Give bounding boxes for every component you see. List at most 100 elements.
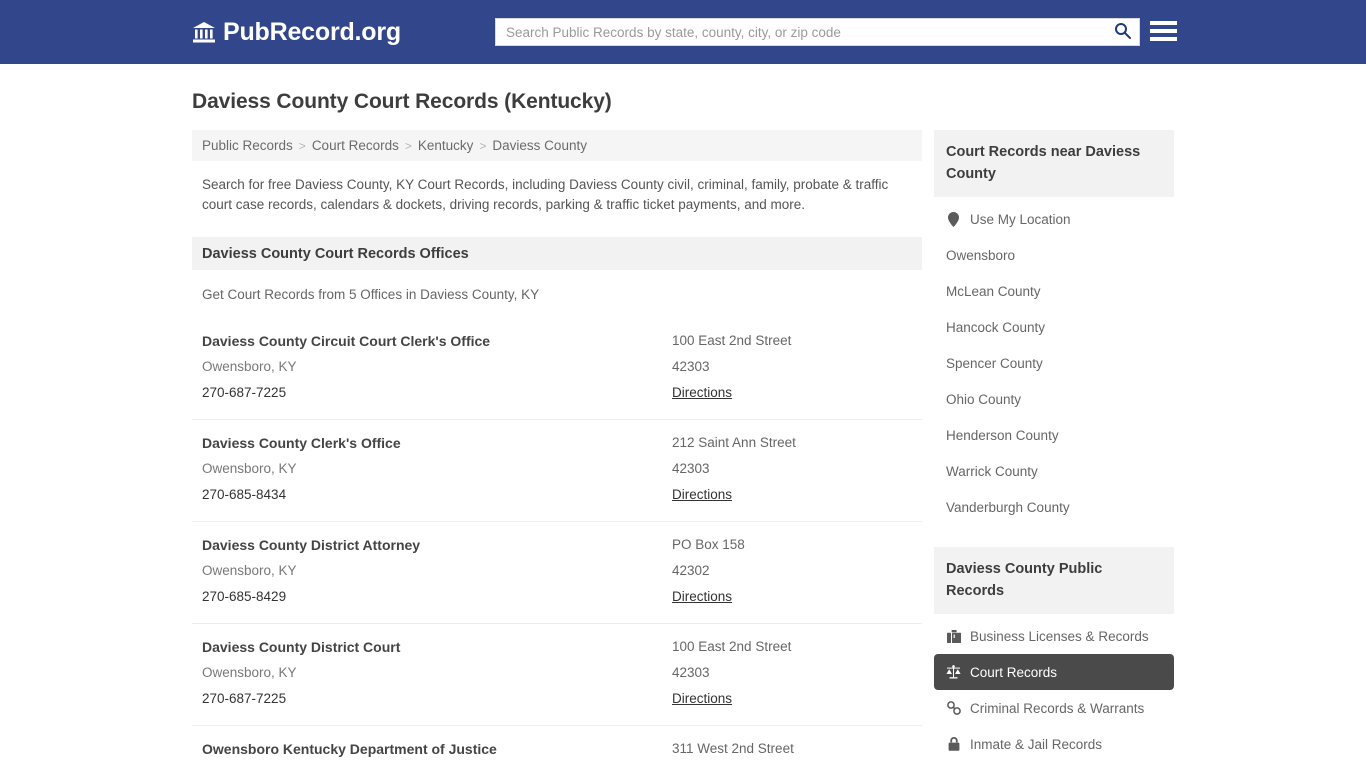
sidebar-item-owensboro[interactable]: Owensboro bbox=[934, 237, 1174, 273]
sidebar-item-marriage-divorce-records[interactable]: Marriage & Divorce Records bbox=[934, 762, 1174, 768]
offices-section-heading: Daviess County Court Records Offices bbox=[192, 237, 922, 270]
hamburger-menu-icon[interactable] bbox=[1150, 19, 1177, 43]
site-logo[interactable]: PubRecord.org bbox=[192, 18, 401, 47]
sidebar-item-ohio-county[interactable]: Ohio County bbox=[934, 381, 1174, 417]
office-row: Daviess County Circuit Court Clerk's Off… bbox=[192, 318, 922, 420]
sidebar-item-label: Spencer County bbox=[946, 356, 1043, 371]
bank-building-icon bbox=[192, 20, 216, 44]
office-address-block: 100 East 2nd Street 42303 Directions bbox=[672, 328, 912, 406]
hamburger-bar bbox=[1150, 37, 1177, 41]
office-name: Daviess County District Court bbox=[202, 634, 672, 660]
sidebar-item-business-licenses[interactable]: Business Licenses & Records bbox=[934, 618, 1174, 654]
breadcrumb-separator: > bbox=[479, 139, 486, 153]
page-intro-text: Search for free Daviess County, KY Court… bbox=[192, 161, 922, 215]
search-button[interactable] bbox=[1105, 19, 1139, 45]
office-address: 311 West 2nd Street bbox=[672, 736, 912, 762]
office-row: Daviess County Clerk's Office Owensboro,… bbox=[192, 420, 922, 522]
office-name: Owensboro Kentucky Department of Justice bbox=[202, 736, 672, 762]
site-header: PubRecord.org bbox=[0, 0, 1366, 64]
sidebar-item-vanderburgh-county[interactable]: Vanderburgh County bbox=[934, 489, 1174, 525]
sidebar-public-records-block: Daviess County Public Records Business L… bbox=[934, 547, 1174, 768]
office-list: Daviess County Circuit Court Clerk's Off… bbox=[192, 318, 922, 768]
lock-icon bbox=[946, 737, 961, 752]
sidebar-item-spencer-county[interactable]: Spencer County bbox=[934, 345, 1174, 381]
office-address-block: 311 West 2nd Street 42301 Directions bbox=[672, 736, 912, 768]
directions-link[interactable]: Directions bbox=[672, 380, 732, 406]
office-phone: 270-685-8434 bbox=[202, 482, 672, 508]
handcuffs-icon bbox=[946, 701, 961, 716]
map-pin-icon bbox=[946, 212, 961, 227]
office-zip: 42303 bbox=[672, 456, 912, 482]
office-phone: 270-687-7225 bbox=[202, 686, 672, 712]
sidebar-item-label: Ohio County bbox=[946, 392, 1021, 407]
page-body: Daviess County Court Records (Kentucky) … bbox=[0, 90, 1366, 768]
office-address: PO Box 158 bbox=[672, 532, 912, 558]
directions-link[interactable]: Directions bbox=[672, 584, 732, 610]
breadcrumb-item-daviess-county[interactable]: Daviess County bbox=[492, 138, 587, 153]
office-name: Daviess County District Attorney bbox=[202, 532, 672, 558]
breadcrumb-separator: > bbox=[405, 139, 412, 153]
sidebar-item-warrick-county[interactable]: Warrick County bbox=[934, 453, 1174, 489]
office-row: Owensboro Kentucky Department of Justice… bbox=[192, 726, 922, 768]
sidebar-public-records-list: Business Licenses & Records bbox=[934, 618, 1174, 768]
office-info: Owensboro Kentucky Department of Justice… bbox=[202, 736, 672, 768]
search-bar[interactable] bbox=[495, 18, 1140, 46]
office-phone: 270-687-7225 bbox=[202, 380, 672, 406]
office-info: Daviess County Clerk's Office Owensboro,… bbox=[202, 430, 672, 508]
sidebar-item-label: Henderson County bbox=[946, 428, 1059, 443]
office-zip: 42303 bbox=[672, 354, 912, 380]
office-info: Daviess County District Attorney Owensbo… bbox=[202, 532, 672, 610]
sidebar-item-label: Warrick County bbox=[946, 464, 1038, 479]
search-input[interactable] bbox=[496, 19, 1105, 45]
office-info: Daviess County Circuit Court Clerk's Off… bbox=[202, 328, 672, 406]
briefcase-icon bbox=[946, 629, 961, 644]
sidebar-item-label: Business Licenses & Records bbox=[970, 629, 1149, 644]
office-info: Daviess County District Court Owensboro,… bbox=[202, 634, 672, 712]
office-zip: 42302 bbox=[672, 558, 912, 584]
breadcrumb-item-kentucky[interactable]: Kentucky bbox=[418, 138, 474, 153]
main-content: Public Records > Court Records > Kentuck… bbox=[192, 130, 922, 768]
office-address: 212 Saint Ann Street bbox=[672, 430, 912, 456]
sidebar-nearby-list: Use My Location Owensboro McLean County … bbox=[934, 201, 1174, 525]
office-address-block: PO Box 158 42302 Directions bbox=[672, 532, 912, 610]
office-row: Daviess County District Attorney Owensbo… bbox=[192, 522, 922, 624]
office-address: 100 East 2nd Street bbox=[672, 634, 912, 660]
sidebar-item-label: Criminal Records & Warrants bbox=[970, 701, 1144, 716]
sidebar-nearby-heading: Court Records near Daviess County bbox=[934, 130, 1174, 197]
sidebar-public-records-heading: Daviess County Public Records bbox=[934, 547, 1174, 614]
breadcrumb-item-court-records[interactable]: Court Records bbox=[312, 138, 399, 153]
office-name: Daviess County Clerk's Office bbox=[202, 430, 672, 456]
office-city: Owensboro, KY bbox=[202, 762, 672, 768]
office-city: Owensboro, KY bbox=[202, 660, 672, 686]
office-address: 100 East 2nd Street bbox=[672, 328, 912, 354]
sidebar: Court Records near Daviess County Use My… bbox=[934, 130, 1174, 768]
office-city: Owensboro, KY bbox=[202, 354, 672, 380]
breadcrumb: Public Records > Court Records > Kentuck… bbox=[192, 130, 922, 161]
scales-icon bbox=[946, 665, 961, 680]
sidebar-item-mclean-county[interactable]: McLean County bbox=[934, 273, 1174, 309]
site-logo-text: PubRecord.org bbox=[223, 18, 401, 47]
office-phone: 270-685-8429 bbox=[202, 584, 672, 610]
sidebar-item-court-records[interactable]: Court Records bbox=[934, 654, 1174, 690]
sidebar-item-henderson-county[interactable]: Henderson County bbox=[934, 417, 1174, 453]
office-row: Daviess County District Court Owensboro,… bbox=[192, 624, 922, 726]
sidebar-item-label: McLean County bbox=[946, 284, 1041, 299]
directions-link[interactable]: Directions bbox=[672, 686, 732, 712]
sidebar-item-criminal-records[interactable]: Criminal Records & Warrants bbox=[934, 690, 1174, 726]
search-icon bbox=[1114, 22, 1131, 42]
directions-link[interactable]: Directions bbox=[672, 482, 732, 508]
sidebar-item-hancock-county[interactable]: Hancock County bbox=[934, 309, 1174, 345]
sidebar-item-label: Owensboro bbox=[946, 248, 1015, 263]
sidebar-item-inmate-jail-records[interactable]: Inmate & Jail Records bbox=[934, 726, 1174, 762]
offices-section-subheading: Get Court Records from 5 Offices in Davi… bbox=[192, 270, 922, 302]
sidebar-item-label: Inmate & Jail Records bbox=[970, 737, 1102, 752]
office-address-block: 100 East 2nd Street 42303 Directions bbox=[672, 634, 912, 712]
office-zip: 42303 bbox=[672, 660, 912, 686]
sidebar-item-use-my-location[interactable]: Use My Location bbox=[934, 201, 1174, 237]
office-city: Owensboro, KY bbox=[202, 456, 672, 482]
breadcrumb-separator: > bbox=[299, 139, 306, 153]
breadcrumb-item-public-records[interactable]: Public Records bbox=[202, 138, 293, 153]
office-zip: 42301 bbox=[672, 762, 912, 768]
sidebar-item-label: Hancock County bbox=[946, 320, 1045, 335]
sidebar-item-label: Use My Location bbox=[970, 212, 1071, 227]
